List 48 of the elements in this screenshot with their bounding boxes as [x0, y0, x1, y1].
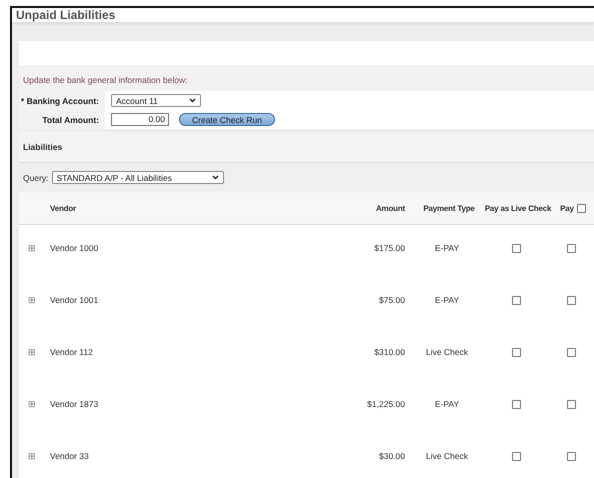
query-select[interactable]: STANDARD A/P - All Liabilities [52, 171, 224, 184]
expand-toggle[interactable]: ⊞ [28, 399, 36, 409]
expand-toggle[interactable]: ⊞ [28, 243, 36, 253]
table-cell: $310.00 [374, 347, 405, 357]
instruction-text: Update the bank general information below: [23, 75, 188, 85]
caret-icon [189, 98, 196, 103]
checkbox[interactable] [566, 348, 576, 356]
column-header: Payment Type [423, 204, 475, 212]
checkbox[interactable] [576, 204, 586, 212]
table-cell: E-PAY [434, 295, 460, 305]
expand-toggle[interactable]: ⊞ [28, 295, 36, 305]
table-cell: Vendor 1001 [50, 295, 98, 305]
table-cell: $75.00 [379, 295, 405, 305]
column-header: Pay as Live Check [484, 204, 552, 212]
table-cell: Vendor 33 [50, 451, 89, 461]
table-cell: Live Check [426, 451, 468, 461]
table-cell: E-PAY [434, 243, 460, 253]
window-title: Unpaid Liabilities [16, 8, 116, 22]
checkbox[interactable] [512, 400, 520, 408]
query-label: Query: [23, 172, 49, 182]
checkbox[interactable] [566, 452, 576, 460]
column-header: Amount [376, 204, 405, 212]
section-title: Liabilities [23, 142, 62, 152]
column-header: Vendor [50, 204, 76, 212]
table-cell: Vendor 1000 [50, 243, 98, 253]
checkbox[interactable] [566, 244, 576, 252]
amount-field[interactable]: 0.00 [111, 113, 169, 126]
create-check-run-button[interactable]: Create Check Run [179, 113, 275, 126]
checkbox[interactable] [566, 296, 576, 304]
table-cell: Live Check [426, 347, 468, 357]
table-cell: $175.00 [374, 243, 405, 253]
field-label: Total Amount: [42, 114, 99, 124]
checkbox[interactable] [512, 296, 520, 304]
expand-toggle[interactable]: ⊞ [28, 451, 36, 461]
column-header: Pay [560, 204, 574, 212]
checkbox[interactable] [512, 348, 520, 356]
checkbox[interactable] [512, 244, 520, 252]
expand-toggle[interactable]: ⊞ [28, 347, 36, 357]
table-cell: Vendor 1873 [50, 399, 98, 409]
table-cell: $30.00 [379, 451, 405, 461]
checkbox[interactable] [566, 400, 576, 408]
table-cell: E-PAY [434, 399, 460, 409]
caret-icon [212, 175, 219, 180]
table-cell: Vendor 112 [50, 347, 93, 357]
field-label: * Banking Account: [20, 96, 99, 106]
account-select[interactable]: Account 11 [111, 94, 201, 107]
checkbox[interactable] [512, 452, 520, 460]
table-cell: $1,225.00 [367, 399, 405, 409]
